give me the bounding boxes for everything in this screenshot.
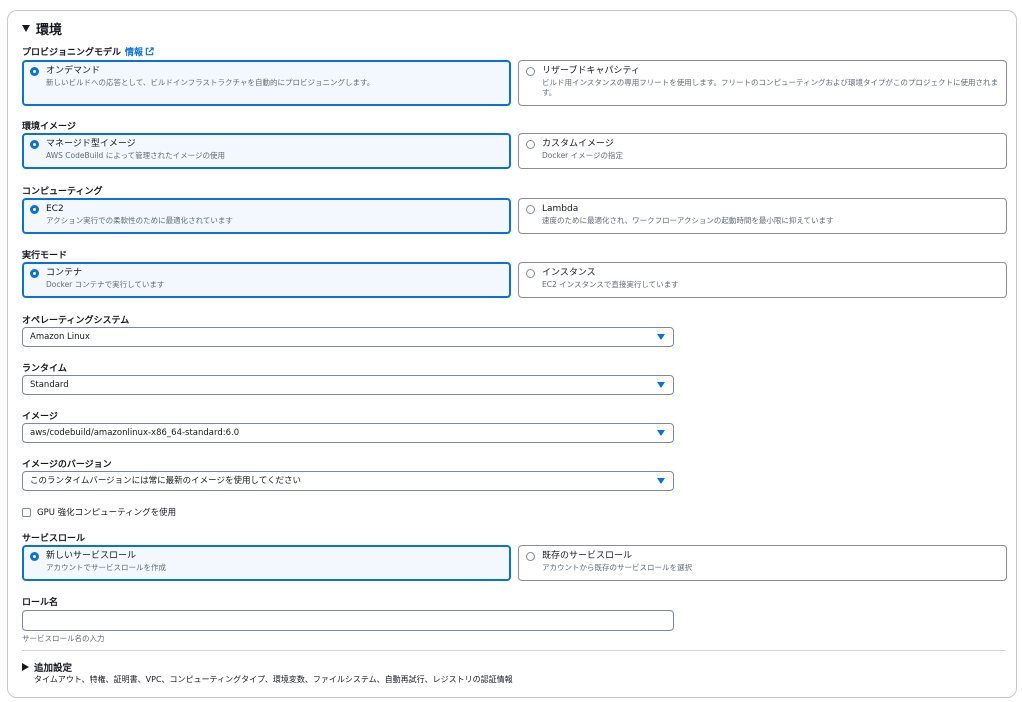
provisioning-label-text: プロビジョニングモデル [22,48,122,58]
image-version-select-value: このランタイムバージョンには常に最新のイメージを使用してください [30,476,301,486]
tile-managed-image[interactable]: マネージド型イメージ AWS CodeBuild によって管理されたイメージの使… [22,133,511,169]
image-version-select[interactable]: このランタイムバージョンには常に最新のイメージを使用してください [22,471,674,491]
radio-selected-icon[interactable] [30,552,39,561]
info-link[interactable]: 情報 [125,45,154,58]
gpu-checkbox[interactable] [22,507,31,517]
tile-description: アカウントでサービスロールを作成 [46,563,166,572]
tile-title: マネージド型イメージ [46,139,136,149]
gpu-checkbox-label: GPU 強化コンピューティングを使用 [37,508,177,518]
tile-description: アクション実行での柔軟性のために最適化されています [46,216,233,225]
tile-custom-image[interactable]: カスタムイメージ Docker イメージの指定 [518,133,1007,169]
tile-description: Docker イメージの指定 [542,151,623,160]
caret-right-icon [22,663,29,671]
tile-title: EC2 [46,204,64,214]
caret-down-icon [657,478,665,484]
tile-description: アカウントから既存のサービスロールを選択 [542,563,692,572]
caret-down-icon [657,430,665,436]
compute-label: コンピューティング [22,187,103,197]
tile-description: Docker コンテナで実行しています [46,280,165,289]
image-label: イメージ [22,412,58,422]
image-select-value: aws/codebuild/amazonlinux-x86_64-standar… [30,428,240,438]
environment-panel: 環境 プロビジョニングモデル 情報 オンデマンド 新しいビルドへの応答として、ビ… [7,10,1017,698]
environment-section-header[interactable]: 環境 [22,19,62,38]
run-mode-label: 実行モード [22,251,68,261]
tile-description: ビルド用インスタンスの専用フリートを使用します。フリートのコンピューティングおよ… [542,78,998,97]
tile-new-service-role[interactable]: 新しいサービスロール アカウントでサービスロールを作成 [22,545,511,581]
info-link-text: 情報 [125,48,144,58]
tile-container[interactable]: コンテナ Docker コンテナで実行しています [22,262,511,298]
advanced-settings-description: タイムアウト、特権、証明書、VPC、コンピューティングタイプ、環境変数、ファイル… [34,675,513,684]
caret-down-icon [657,382,665,388]
section-title: 環境 [36,23,63,38]
tile-title: カスタムイメージ [542,139,614,149]
tile-title: 新しいサービスロール [46,551,137,561]
radio-icon[interactable] [526,67,535,76]
radio-icon[interactable] [526,552,535,561]
tile-reserved-capacity[interactable]: リザーブドキャパシティ ビルド用インスタンスの専用フリートを使用します。フリート… [518,60,1007,106]
radio-selected-icon[interactable] [30,269,39,278]
runtime-select[interactable]: Standard [22,375,674,395]
tile-ec2[interactable]: EC2 アクション実行での柔軟性のために最適化されています [22,198,511,234]
tile-description: 新しいビルドへの応答として、ビルドインフラストラクチャを自動的にプロビジョニング… [46,78,375,87]
advanced-settings-title: 追加設定 [34,663,73,674]
image-select[interactable]: aws/codebuild/amazonlinux-x86_64-standar… [22,423,674,443]
tile-description: 速度のために最適化され、ワークフローアクションの起動時間を最小限に抑えています [542,216,834,225]
image-version-label: イメージのバージョン [22,460,112,470]
tile-description: EC2 インスタンスで直接実行しています [542,280,679,289]
tile-title: オンデマンド [46,66,101,76]
tile-title: コンテナ [46,268,83,278]
role-name-input[interactable] [22,610,674,631]
tile-title: Lambda [542,204,579,214]
env-image-label: 環境イメージ [22,122,76,132]
radio-selected-icon[interactable] [30,140,39,149]
tile-on-demand[interactable]: オンデマンド 新しいビルドへの応答として、ビルドインフラストラクチャを自動的にプ… [22,60,511,106]
role-name-label: ロール名 [22,598,59,608]
runtime-select-value: Standard [30,380,69,390]
caret-down-icon [22,25,30,32]
tile-title: リザーブドキャパシティ [542,66,640,76]
radio-selected-icon[interactable] [30,205,39,214]
divider [22,650,1006,651]
tile-description: AWS CodeBuild によって管理されたイメージの使用 [46,151,225,160]
os-select[interactable]: Amazon Linux [22,327,674,347]
radio-icon[interactable] [526,269,535,278]
external-link-icon [145,47,154,56]
service-role-label: サービスロール [22,534,86,544]
tile-title: インスタンス [542,268,596,278]
radio-icon[interactable] [526,205,535,214]
tile-title: 既存のサービスロール [542,551,633,561]
radio-selected-icon[interactable] [30,67,39,76]
tile-lambda[interactable]: Lambda 速度のために最適化され、ワークフローアクションの起動時間を最小限に… [518,198,1007,234]
caret-down-icon [657,334,665,340]
os-label: オペレーティングシステム [22,316,130,326]
os-select-value: Amazon Linux [30,332,90,342]
provisioning-label: プロビジョニングモデル 情報 [22,45,154,58]
tile-existing-service-role[interactable]: 既存のサービスロール アカウントから既存のサービスロールを選択 [518,545,1007,581]
role-name-hint: サービスロール名の入力 [22,634,105,643]
advanced-settings-toggle[interactable]: 追加設定 [22,660,72,674]
radio-icon[interactable] [526,140,535,149]
gpu-checkbox-row[interactable]: GPU 強化コンピューティングを使用 [22,506,176,518]
tile-instance[interactable]: インスタンス EC2 インスタンスで直接実行しています [518,262,1007,298]
runtime-label: ランタイム [22,364,67,374]
